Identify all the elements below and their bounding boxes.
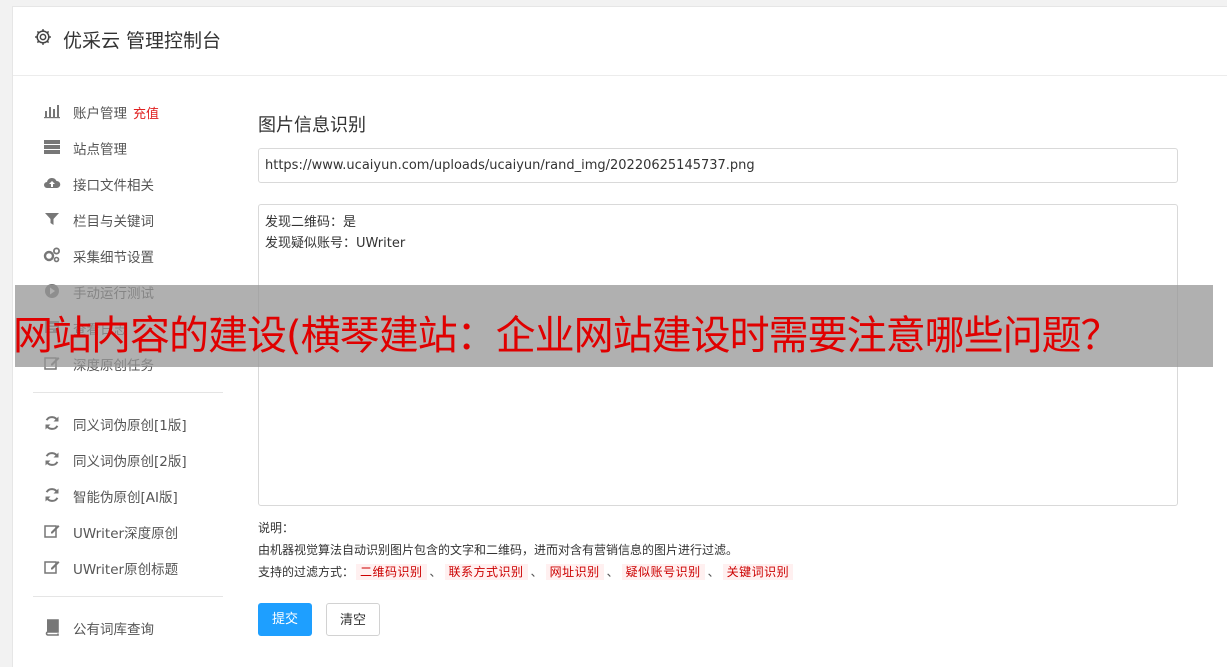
tag-separator: 、 — [530, 565, 543, 579]
result-line: 发现疑似账号：UWriter — [265, 236, 406, 251]
sidebar-item-text: 智能伪原创[AI版] — [73, 490, 178, 506]
sidebar-item-label: UWriter深度原创 — [73, 522, 178, 542]
filter-tag: 联系方式识别 — [444, 564, 528, 580]
sidebar-item[interactable]: 接口文件相关 — [33, 165, 223, 201]
gear-icon — [35, 29, 51, 45]
banner-overlay-text: 网站内容的建设(横琴建站：企业网站建设时需要注意哪些问题？ — [13, 313, 1121, 359]
sidebar-item-label: 同义词伪原创[1版] — [73, 414, 187, 434]
sidebar-item-label: 公有词库查询 — [73, 618, 154, 638]
sidebar-item-text: 公有词库查询 — [73, 622, 154, 638]
recharge-link[interactable]: 充值 — [133, 107, 159, 122]
description-text: 由机器视觉算法自动识别图片包含的文字和二维码，进而对含有营销信息的图片进行过滤。 — [258, 543, 739, 557]
cloud-upload-icon — [43, 174, 61, 192]
sidebar-divider — [33, 392, 223, 393]
sidebar-item-label: 智能伪原创[AI版] — [73, 486, 178, 506]
sidebar-item-text: 栏目与关键词 — [73, 214, 154, 230]
sidebar-item-text: UWriter原创标题 — [73, 562, 179, 578]
filter-tag: 网址识别 — [545, 564, 604, 580]
filter-tag: 二维码识别 — [356, 564, 427, 580]
sidebar-item-text: 采集细节设置 — [73, 250, 154, 266]
sidebar-item-text: 接口文件相关 — [73, 178, 154, 194]
sidebar-item-text: 同义词伪原创[1版] — [73, 418, 187, 434]
sidebar-item-label: 同义词伪原创[2版] — [73, 450, 187, 470]
sidebar-item[interactable]: 同义词伪原创[2版] — [33, 441, 223, 477]
description-label: 说明： — [258, 521, 295, 535]
sidebar-item-label: 账户管理 充值 — [73, 102, 159, 122]
image-url-input[interactable]: https://www.ucaiyun.com/uploads/ucaiyun/… — [258, 148, 1178, 183]
filter-label: 支持的过滤方式： — [258, 565, 355, 579]
sidebar-item-text: 站点管理 — [73, 142, 127, 158]
sidebar-item-text: UWriter深度原创 — [73, 526, 179, 542]
description: 说明： 由机器视觉算法自动识别图片包含的文字和二维码，进而对含有营销信息的图片进… — [258, 517, 795, 583]
page-title: 优采云 管理控制台 — [63, 30, 222, 52]
sidebar-item[interactable]: 同义词伪原创[1版] — [33, 405, 223, 441]
tag-separator: 、 — [707, 565, 720, 579]
sidebar-item-text: 账户管理 — [73, 106, 127, 122]
sidebar-item[interactable]: 栏目与关键词 — [33, 201, 223, 237]
book-icon — [43, 618, 61, 636]
sidebar-item[interactable]: 采集细节设置 — [33, 237, 223, 273]
sidebar-item-text: 同义词伪原创[2版] — [73, 454, 187, 470]
sidebar-item-label: 栏目与关键词 — [73, 210, 154, 230]
sidebar-item[interactable]: UWriter深度原创 — [33, 513, 223, 549]
refresh-icon — [43, 414, 61, 432]
bar-chart-icon — [43, 102, 61, 120]
refresh-icon — [43, 486, 61, 504]
edit-icon — [43, 558, 61, 576]
page-header: 优采云 管理控制台 — [13, 7, 1227, 76]
sidebar-item[interactable]: 智能伪原创[AI版] — [33, 477, 223, 513]
filter-tag: 疑似账号识别 — [621, 564, 705, 580]
sidebar-item-label: UWriter原创标题 — [73, 558, 178, 578]
sidebar-item[interactable]: 账户管理 充值 — [33, 93, 223, 129]
submit-button[interactable]: 提交 — [258, 603, 312, 636]
sidebar-item[interactable]: UWriter原创标题 — [33, 549, 223, 585]
sidebar-item[interactable]: 站点管理 — [33, 129, 223, 165]
sidebar-item[interactable]: 公有词库查询 — [33, 609, 223, 645]
server-icon — [43, 138, 61, 156]
filter-tag: 关键词识别 — [722, 564, 794, 580]
sidebar-item-label: 站点管理 — [73, 138, 127, 158]
sidebar-item-label: 接口文件相关 — [73, 174, 154, 194]
tag-separator: 、 — [429, 565, 442, 579]
filter-icon — [43, 210, 61, 228]
sidebar-divider — [33, 596, 223, 597]
section-title: 图片信息识别 — [258, 115, 366, 136]
refresh-icon — [43, 450, 61, 468]
sidebar: 账户管理充值站点管理接口文件相关栏目与关键词采集细节设置手动运行测试查看日志深度… — [33, 93, 223, 645]
result-line: 发现二维码：是 — [265, 215, 357, 230]
sidebar-item-label: 采集细节设置 — [73, 246, 154, 266]
filter-methods: 支持的过滤方式： 二维码识别、联系方式识别、网址识别、疑似账号识别、关键词识别 — [258, 561, 795, 583]
tag-separator: 、 — [606, 565, 619, 579]
clear-button[interactable]: 清空 — [326, 603, 380, 636]
edit-icon — [43, 522, 61, 540]
gears-icon — [43, 246, 61, 264]
